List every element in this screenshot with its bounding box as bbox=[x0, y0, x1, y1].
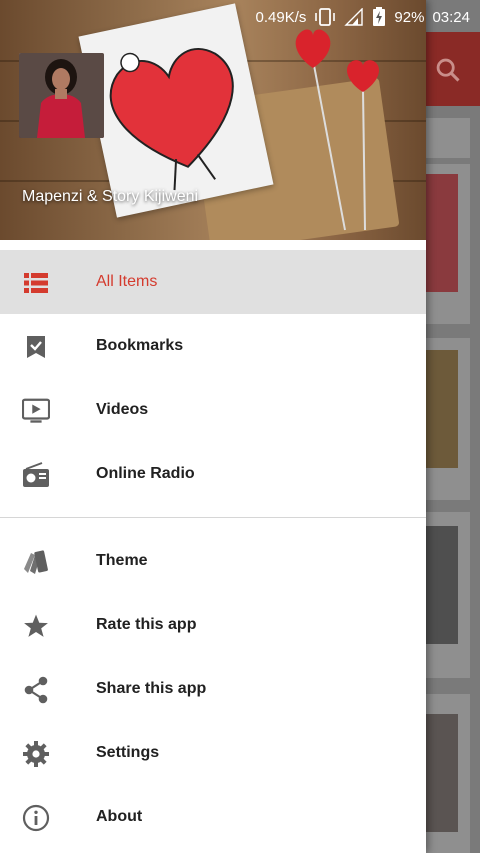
menu-item-label: Settings bbox=[96, 744, 160, 761]
menu-item-label: Bookmarks bbox=[96, 337, 184, 354]
signal-icon bbox=[344, 8, 364, 26]
feed-card[interactable] bbox=[426, 338, 470, 500]
menu-item-share-app[interactable]: Share this app bbox=[0, 657, 426, 721]
menu-item-label: Online Radio bbox=[96, 465, 195, 482]
drawer-menu: All Items Bookmarks Videos Online Radio … bbox=[0, 250, 426, 849]
feed-card[interactable] bbox=[426, 694, 470, 853]
bookmark-icon bbox=[22, 333, 50, 361]
menu-item-about[interactable]: About bbox=[0, 785, 426, 849]
menu-item-label: Rate this app bbox=[96, 616, 197, 633]
menu-item-label: Theme bbox=[96, 552, 148, 569]
drawer-title: Mapenzi & Story Kijiweni bbox=[22, 188, 199, 205]
heart-sticks-image bbox=[295, 29, 379, 231]
menu-item-label: Videos bbox=[96, 401, 149, 418]
heart-card-image bbox=[78, 3, 274, 218]
menu-item-online-radio[interactable]: Online Radio bbox=[0, 442, 426, 506]
share-icon bbox=[22, 676, 50, 704]
navigation-drawer: Mapenzi & Story Kijiweni All Items Bookm… bbox=[0, 0, 426, 853]
clock: 03:24 bbox=[432, 8, 470, 26]
feed-card[interactable] bbox=[426, 164, 470, 324]
network-speed: 0.49K/s bbox=[255, 8, 307, 26]
avatar[interactable] bbox=[19, 53, 104, 138]
menu-item-bookmarks[interactable]: Bookmarks bbox=[0, 314, 426, 378]
vibrate-icon bbox=[315, 8, 336, 26]
menu-item-all-items[interactable]: All Items bbox=[0, 250, 426, 314]
info-icon bbox=[22, 804, 50, 832]
theme-icon bbox=[22, 548, 50, 576]
feed-card[interactable] bbox=[426, 118, 470, 158]
battery-percent: 92% bbox=[394, 8, 425, 26]
gear-icon bbox=[22, 740, 50, 768]
menu-divider bbox=[0, 517, 426, 518]
menu-item-label: Share this app bbox=[96, 680, 207, 697]
menu-item-label: About bbox=[96, 808, 143, 825]
menu-item-label: All Items bbox=[96, 273, 158, 290]
status-bar: 0.49K/s 92% 03:24 bbox=[0, 0, 480, 32]
menu-item-theme[interactable]: Theme bbox=[0, 529, 426, 593]
menu-item-videos[interactable]: Videos bbox=[0, 378, 426, 442]
list-icon bbox=[22, 269, 50, 297]
menu-item-rate-app[interactable]: Rate this app bbox=[0, 593, 426, 657]
battery-icon bbox=[373, 7, 386, 26]
star-icon bbox=[22, 612, 50, 640]
feed-card[interactable] bbox=[426, 512, 470, 678]
search-icon[interactable] bbox=[434, 56, 462, 84]
video-icon bbox=[22, 397, 50, 425]
menu-item-settings[interactable]: Settings bbox=[0, 721, 426, 785]
radio-icon bbox=[22, 461, 50, 489]
drawer-header: Mapenzi & Story Kijiweni bbox=[0, 0, 426, 240]
